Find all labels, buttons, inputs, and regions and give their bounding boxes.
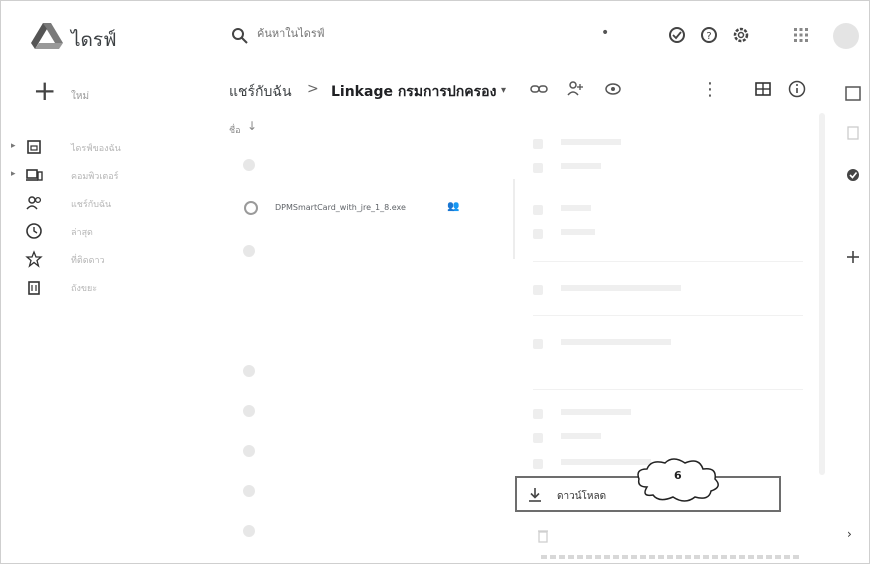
- sidebar-item-trash[interactable]: ถังขยะ: [1, 277, 201, 299]
- new-plus-icon[interactable]: +: [33, 77, 56, 105]
- info-icon[interactable]: [787, 79, 807, 99]
- expand-caret-icon[interactable]: ▸: [11, 169, 16, 179]
- keep-panel-icon[interactable]: [843, 123, 863, 143]
- expand-caret-icon[interactable]: ▸: [11, 141, 16, 151]
- avatar[interactable]: [833, 23, 859, 49]
- offline-status-icon[interactable]: [667, 25, 687, 45]
- breadcrumb-current-folder[interactable]: Linkage กรมการปกครอง: [331, 81, 496, 103]
- trash-icon: [28, 281, 40, 295]
- list-item-placeholder: [243, 405, 255, 417]
- sidebar-item-label: คอมพิวเตอร์: [71, 172, 119, 182]
- preview-eye-icon[interactable]: [603, 79, 623, 99]
- computer-icon: [26, 169, 43, 181]
- step-number-label: 6: [674, 469, 682, 482]
- shared-with-me-icon: [26, 196, 42, 210]
- shared-people-icon: 👥: [447, 201, 460, 212]
- new-button[interactable]: ใหม่: [71, 89, 89, 104]
- taskbar-strip: [541, 555, 801, 559]
- menu-divider: [533, 261, 803, 262]
- search-icon[interactable]: [231, 27, 249, 45]
- list-item-placeholder: [243, 525, 255, 537]
- table-row[interactable]: DPMSmartCard_with_jre_1_8.exe 👥: [241, 197, 501, 221]
- tasks-panel-icon[interactable]: [843, 165, 863, 185]
- breadcrumb-separator: >: [307, 81, 319, 97]
- sidebar-item-label: ถังขยะ: [71, 284, 98, 294]
- help-icon[interactable]: ?: [699, 25, 719, 45]
- link-icon[interactable]: [529, 79, 549, 99]
- list-item-placeholder: [243, 245, 255, 257]
- sidebar-item-computers[interactable]: ▸ คอมพิวเตอร์: [1, 165, 201, 187]
- file-name: DPMSmartCard_with_jre_1_8.exe: [275, 203, 406, 212]
- sidebar-item-my-drive[interactable]: ▸ ไดรฟ์ของฉัน: [1, 137, 201, 159]
- add-addon-plus-icon[interactable]: [843, 247, 863, 267]
- remove-trash-icon: [538, 530, 548, 543]
- sidebar-item-label: ไดรฟ์ของฉัน: [71, 144, 121, 154]
- search-options-icon[interactable]: •: [601, 25, 609, 41]
- sidebar-item-starred[interactable]: ที่ติดดาว: [1, 249, 201, 271]
- scrollbar[interactable]: [819, 113, 825, 475]
- sidebar-item-label: ที่ติดดาว: [71, 256, 105, 266]
- svg-text:?: ?: [706, 31, 711, 42]
- sidebar-item-shared-with-me[interactable]: แชร์กับฉัน: [1, 193, 201, 215]
- share-person-icon[interactable]: [565, 79, 585, 99]
- sort-arrow-down-icon[interactable]: ↓: [247, 119, 257, 133]
- list-item-placeholder: [243, 159, 255, 171]
- window-frame: ไดรฟ์ • ? + ใหม่ ▸ ไดรฟ์ของฉัน ▸: [0, 0, 870, 564]
- list-item-placeholder: [243, 365, 255, 377]
- more-actions-icon[interactable]: ⋮: [701, 79, 719, 100]
- clock-icon: [26, 223, 42, 239]
- settings-gear-icon[interactable]: [731, 25, 751, 45]
- apps-grid-icon[interactable]: [791, 25, 811, 45]
- search-input[interactable]: [257, 27, 557, 40]
- menu-divider: [533, 389, 803, 390]
- menu-divider: [513, 179, 515, 259]
- my-drive-icon: [27, 140, 41, 154]
- download-icon: [529, 488, 541, 502]
- drive-logo-icon[interactable]: [31, 23, 63, 49]
- breadcrumb-shared-with-me[interactable]: แชร์กับฉัน: [229, 81, 292, 103]
- app-title: ไดรฟ์: [71, 29, 117, 51]
- sidebar-item-label: ล่าสุด: [71, 228, 93, 238]
- star-icon: [25, 250, 43, 268]
- column-header-name[interactable]: ชื่อ: [229, 123, 241, 137]
- download-label: ดาวน์โหลด: [557, 491, 607, 502]
- grid-view-icon[interactable]: [753, 79, 773, 99]
- list-item-placeholder: [243, 445, 255, 457]
- list-item-placeholder: [243, 485, 255, 497]
- exe-file-icon: [244, 201, 258, 215]
- sidebar-item-label: แชร์กับฉัน: [71, 200, 112, 210]
- menu-divider: [533, 315, 803, 316]
- sidebar-item-recent[interactable]: ล่าสุด: [1, 221, 201, 243]
- calendar-panel-icon[interactable]: [843, 83, 863, 103]
- folder-menu-dropdown-icon[interactable]: ▾: [501, 85, 506, 96]
- expand-side-panel-chevron-icon[interactable]: ›: [847, 527, 852, 541]
